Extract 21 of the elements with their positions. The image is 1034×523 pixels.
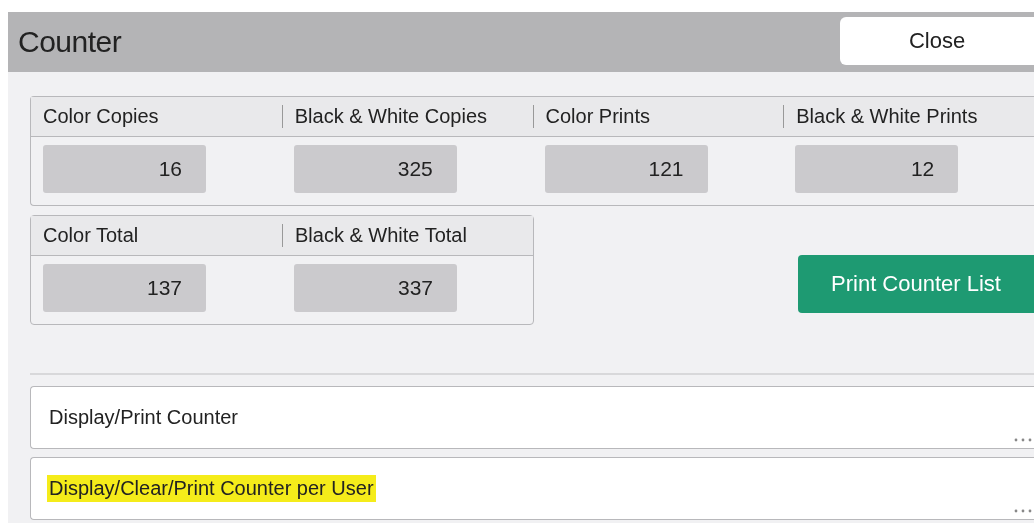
menu-item[interactable]: Display/Clear/Print Counter per User xyxy=(30,457,1034,520)
more-icon xyxy=(1014,438,1032,442)
menu-item-label: Display/Clear/Print Counter per User xyxy=(47,475,376,502)
menu-item[interactable]: Display/Print Counter xyxy=(30,386,1034,449)
counter-value: 325 xyxy=(293,145,457,193)
counter-label: Color Copies xyxy=(42,105,159,128)
more-icon xyxy=(1014,509,1032,513)
counter-value: 337 xyxy=(294,264,457,312)
counter-label: Black & White Prints xyxy=(783,105,978,128)
counter-label: Color Total xyxy=(42,224,139,247)
counter-label: Black & White Copies xyxy=(281,105,488,128)
counter-value: 16 xyxy=(43,145,206,193)
window-title: Counter xyxy=(17,25,122,59)
counter-value: 12 xyxy=(795,145,959,193)
counter-value: 137 xyxy=(43,264,206,312)
counter-label: Black & White Total xyxy=(282,224,467,247)
counter-value: 121 xyxy=(544,145,708,193)
counter-label: Color Prints xyxy=(532,105,650,128)
print-counter-list-button[interactable]: Print Counter List xyxy=(798,255,1034,313)
menu-item-label: Display/Print Counter xyxy=(48,405,239,430)
close-button[interactable]: Close xyxy=(840,17,1034,65)
